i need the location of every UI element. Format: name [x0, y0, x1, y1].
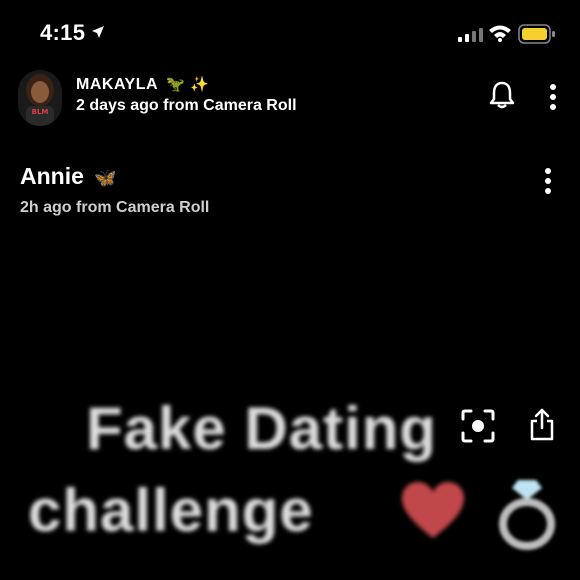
story-meta: 2h ago from Camera Roll [20, 199, 210, 216]
wifi-icon [489, 25, 511, 42]
username-emojis: 🦖 ✨ [166, 76, 210, 93]
caption-line-1: Fake Dating [86, 395, 438, 462]
location-arrow-icon [92, 26, 104, 38]
avatar-badge-text: BLM [32, 108, 49, 116]
avatar[interactable]: BLM [18, 70, 62, 126]
battery-icon [518, 24, 555, 44]
scan-icon[interactable] [460, 408, 496, 444]
cell-signal-icon [458, 28, 483, 42]
caption-line-2: challenge [28, 477, 314, 544]
story-more-icon[interactable] [544, 168, 552, 196]
ring-emoji [499, 480, 555, 550]
butterfly-emoji: 🦋 [94, 168, 117, 188]
story-owner-name: Annie [20, 163, 84, 189]
status-time: 4:15 [40, 20, 86, 45]
post-subtitle: 2 days ago from Camera Roll [76, 97, 297, 114]
story-header: BLM MAKAYLA 🦖 ✨ 2 days ago from Camera R… [0, 64, 580, 128]
header-more-icon[interactable] [549, 84, 557, 112]
bitmoji-avatar-icon: BLM [26, 74, 54, 126]
heart-emoji [402, 482, 464, 538]
username-text: MAKAYLA [76, 76, 158, 93]
share-icon[interactable] [528, 408, 556, 442]
story-owner: Annie 🦋 [20, 163, 117, 190]
username[interactable]: MAKAYLA 🦖 ✨ [76, 75, 209, 94]
bell-icon[interactable] [488, 80, 516, 110]
status-bar: 4:15 [0, 0, 580, 60]
